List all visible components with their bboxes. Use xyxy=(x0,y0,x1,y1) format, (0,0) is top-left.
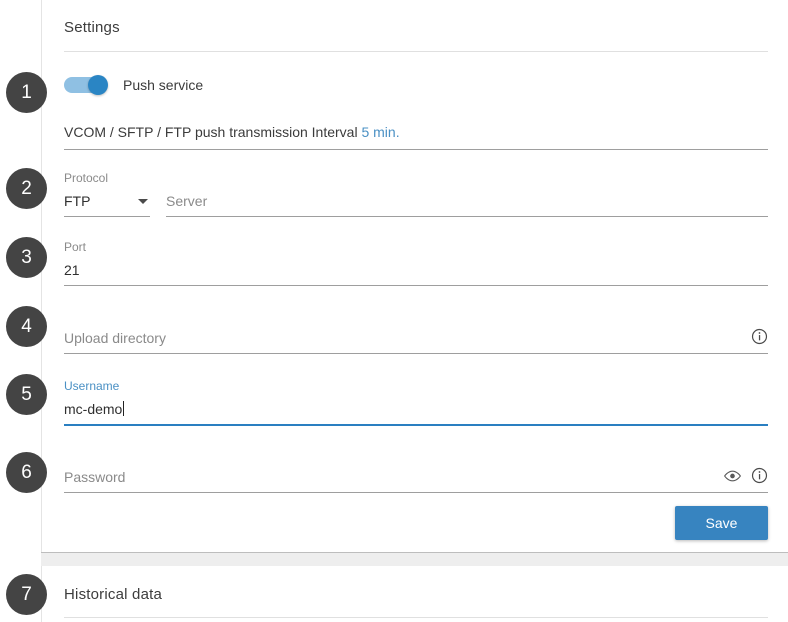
settings-page: Settings Push service VCOM / SFTP / FTP … xyxy=(0,0,788,622)
section-separator xyxy=(41,552,788,566)
annotation-badge-7: 7 xyxy=(6,574,47,615)
eye-icon[interactable] xyxy=(723,469,742,483)
info-icon[interactable] xyxy=(751,328,768,345)
historical-header-divider xyxy=(64,617,768,618)
toggle-thumb xyxy=(88,75,108,95)
username-label: Username xyxy=(64,379,119,393)
password-placeholder: Password xyxy=(64,469,125,485)
username-value: mc-demo xyxy=(64,401,122,417)
annotation-badge-1: 1 xyxy=(6,72,47,113)
annotation-badge-5: 5 xyxy=(6,374,47,415)
push-service-row: Push service xyxy=(64,75,203,95)
server-input[interactable]: Server xyxy=(166,190,768,217)
text-cursor xyxy=(123,401,124,416)
port-value: 21 xyxy=(64,262,80,278)
push-interval-value-link[interactable]: 5 min. xyxy=(361,124,399,140)
push-interval-row: VCOM / SFTP / FTP push transmission Inte… xyxy=(64,124,768,150)
settings-card-title: Settings xyxy=(64,19,768,36)
historical-data-title: Historical data xyxy=(64,586,768,603)
annotation-badge-2: 2 xyxy=(6,168,47,209)
server-placeholder: Server xyxy=(166,193,207,209)
upload-directory-placeholder: Upload directory xyxy=(64,330,166,346)
push-interval-text: VCOM / SFTP / FTP push transmission Inte… xyxy=(64,124,358,140)
password-input[interactable]: Password xyxy=(64,466,768,493)
username-input[interactable]: Username mc-demo xyxy=(64,398,768,426)
protocol-value: FTP xyxy=(64,193,90,209)
annotation-badge-3: 3 xyxy=(6,237,47,278)
password-icons xyxy=(723,467,768,484)
push-service-label: Push service xyxy=(123,77,203,93)
port-input[interactable]: Port 21 xyxy=(64,259,768,286)
upload-directory-icons xyxy=(751,328,768,345)
info-icon[interactable] xyxy=(751,467,768,484)
settings-header-divider xyxy=(64,51,768,52)
settings-card: Settings Push service VCOM / SFTP / FTP … xyxy=(41,0,788,552)
port-label: Port xyxy=(64,240,86,254)
historical-data-card: Historical data xyxy=(41,566,788,622)
protocol-label: Protocol xyxy=(64,171,108,185)
save-button[interactable]: Save xyxy=(675,506,768,540)
annotation-badge-4: 4 xyxy=(6,306,47,347)
upload-directory-input[interactable]: Upload directory xyxy=(64,327,768,354)
push-service-toggle[interactable] xyxy=(64,75,108,95)
protocol-select[interactable]: Protocol FTP xyxy=(64,190,150,217)
chevron-down-icon[interactable] xyxy=(138,199,148,204)
annotation-badge-6: 6 xyxy=(6,452,47,493)
